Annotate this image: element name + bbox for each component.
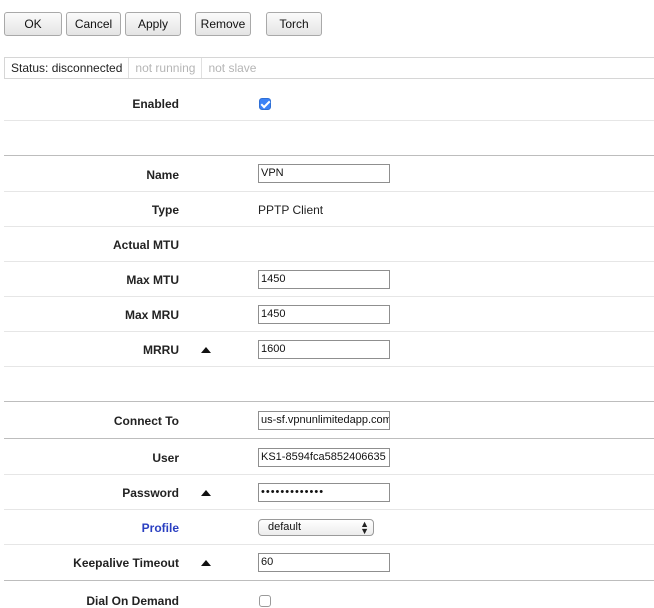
type-value: PPTP Client — [258, 203, 324, 217]
max-mtu-row: Max MTU 1450 — [4, 262, 654, 297]
type-row: Type PPTP Client — [4, 192, 654, 227]
user-input[interactable]: KS1-8594fca5852406635 — [258, 448, 390, 467]
toolbar: OK Cancel Apply Remove Torch — [0, 0, 654, 50]
max-mtu-input[interactable]: 1450 — [258, 270, 390, 289]
section-divider-4 — [4, 580, 654, 581]
spacer-row — [4, 121, 654, 156]
keepalive-collapse-icon[interactable] — [201, 560, 211, 566]
profile-select-value: default — [268, 521, 302, 533]
status-slave: not slave — [208, 61, 257, 75]
cancel-button[interactable]: Cancel — [66, 12, 121, 36]
updown-chevron-icon: ▲ ▼ — [360, 519, 369, 536]
dial-on-demand-label: Dial On Demand — [86, 594, 179, 608]
password-row: Password ••••••••••••• — [4, 475, 654, 510]
max-mru-row: Max MRU 1450 — [4, 297, 654, 332]
user-row: User KS1-8594fca5852406635 — [4, 440, 654, 475]
apply-button[interactable]: Apply — [125, 12, 181, 36]
enabled-checkbox[interactable] — [259, 98, 271, 110]
enabled-label: Enabled — [132, 97, 179, 111]
section-divider-3 — [4, 438, 654, 439]
remove-button[interactable]: Remove — [195, 12, 251, 36]
mrru-collapse-icon[interactable] — [201, 347, 211, 353]
keepalive-label: Keepalive Timeout — [73, 556, 179, 570]
max-mru-label: Max MRU — [124, 308, 179, 322]
max-mru-input[interactable]: 1450 — [258, 305, 390, 324]
name-input[interactable]: VPN — [258, 164, 390, 183]
actual-mtu-label: Actual MTU — [113, 238, 179, 252]
dial-on-demand-checkbox[interactable] — [259, 595, 271, 607]
password-input[interactable]: ••••••••••••• — [258, 483, 390, 502]
mrru-row: MRRU 1600 — [4, 332, 654, 367]
password-label: Password — [122, 486, 179, 500]
ok-button[interactable]: OK — [4, 12, 62, 36]
connect-to-label: Connect To — [113, 414, 179, 428]
connect-to-input[interactable]: us-sf.vpnunlimitedapp.com — [258, 411, 390, 430]
section-divider — [4, 155, 654, 156]
mrru-input[interactable]: 1600 — [258, 340, 390, 359]
spacer-row-2 — [4, 367, 654, 402]
status-state: Status: disconnected — [5, 58, 130, 78]
max-mtu-label: Max MTU — [126, 273, 179, 287]
connect-to-row: Connect To us-sf.vpnunlimitedapp.com — [4, 403, 654, 438]
profile-select[interactable]: default ▲ ▼ — [258, 519, 374, 536]
torch-button[interactable]: Torch — [266, 12, 322, 36]
user-label: User — [152, 451, 179, 465]
mrru-label: MRRU — [143, 343, 179, 357]
keepalive-row: Keepalive Timeout 60 — [4, 545, 654, 580]
section-divider-2 — [4, 401, 654, 402]
profile-link[interactable]: Profile — [142, 521, 179, 535]
password-collapse-icon[interactable] — [201, 490, 211, 496]
profile-row: Profile default ▲ ▼ — [4, 510, 654, 545]
name-label: Name — [146, 168, 179, 182]
type-label: Type — [151, 203, 179, 217]
status-running: not running — [129, 58, 203, 78]
status-bar: Status: disconnected not running not sla… — [4, 57, 654, 79]
actual-mtu-row: Actual MTU — [4, 227, 654, 262]
dial-on-demand-row: Dial On Demand — [4, 582, 654, 608]
name-row: Name VPN — [4, 157, 654, 192]
enabled-row: Enabled — [4, 86, 654, 121]
keepalive-input[interactable]: 60 — [258, 553, 390, 572]
